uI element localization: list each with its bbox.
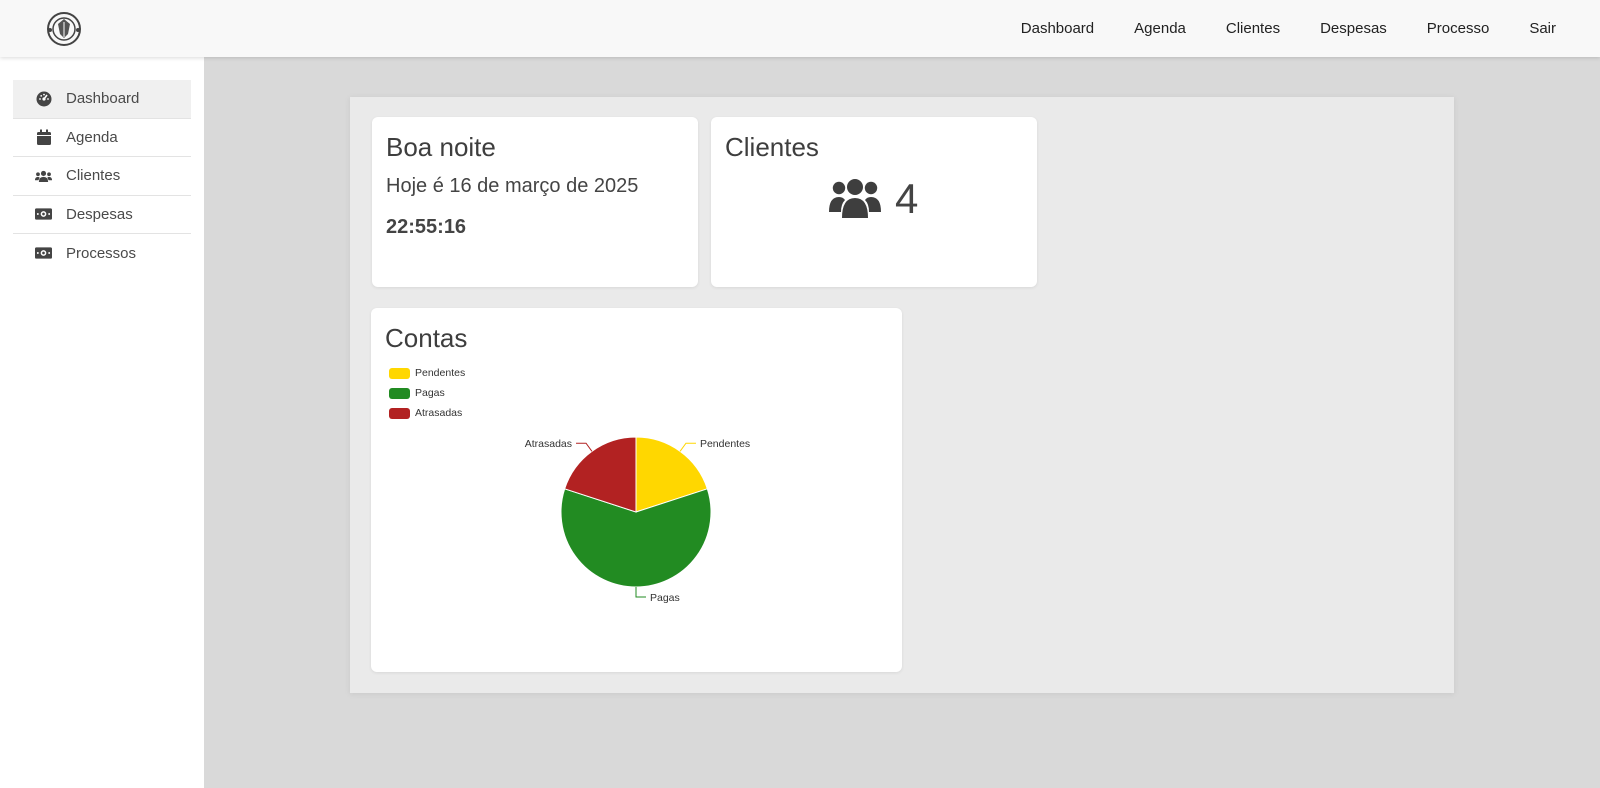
sidebar-item-despesas[interactable]: Despesas — [13, 196, 191, 234]
sidebar-item-label: Despesas — [66, 205, 133, 223]
contas-card: Contas Pendentes Pagas Atrasadas Pendent… — [371, 308, 902, 672]
sidebar-item-label: Dashboard — [66, 90, 140, 108]
topnav-clientes[interactable]: Clientes — [1226, 20, 1280, 37]
topnav-despesas[interactable]: Despesas — [1320, 20, 1387, 37]
sidebar: Dashboard Agenda Clientes Despesas Proce… — [0, 57, 204, 788]
top-nav: Dashboard Agenda Clientes Despesas Proce… — [981, 0, 1556, 57]
users-icon — [829, 176, 881, 223]
sidebar-item-dashboard[interactable]: Dashboard — [13, 80, 191, 119]
topnav-agenda[interactable]: Agenda — [1134, 20, 1186, 37]
greeting-card: Boa noite Hoje é 16 de março de 2025 22:… — [372, 117, 698, 287]
sidebar-item-label: Clientes — [66, 167, 121, 185]
greeting-clock: 22:55:16 — [386, 216, 467, 238]
sidebar-item-clientes[interactable]: Clientes — [13, 157, 191, 196]
topnav-sair[interactable]: Sair — [1529, 20, 1556, 37]
pie-leader-line-pagas — [635, 587, 646, 598]
money-bill-icon — [35, 245, 52, 262]
money-bill-icon — [35, 206, 52, 223]
topnav-processo[interactable]: Processo — [1427, 20, 1490, 37]
greeting-date: Hoje é 16 de março de 2025 — [386, 175, 639, 197]
users-icon — [35, 167, 52, 184]
pie-leader-line-pendentes — [679, 442, 696, 452]
sidebar-item-label: Processos — [66, 244, 137, 262]
contas-pie-chart: Pendentes Pagas Atrasadas — [525, 436, 750, 604]
pie-label-pendentes: Pendentes — [700, 438, 750, 450]
topnav-dashboard[interactable]: Dashboard — [1021, 20, 1094, 37]
dashboard-content: Boa noite Hoje é 16 de março de 2025 22:… — [350, 97, 1454, 693]
logo[interactable] — [44, 10, 84, 48]
clients-count: 4 — [895, 175, 919, 222]
sidebar-item-processos[interactable]: Processos — [13, 234, 191, 273]
pie-label-atrasadas: Atrasadas — [525, 438, 572, 450]
clients-card[interactable]: Clientes 4 — [711, 117, 1037, 287]
top-navbar: Dashboard Agenda Clientes Despesas Proce… — [0, 0, 1600, 57]
sidebar-item-agenda[interactable]: Agenda — [13, 119, 191, 157]
pie-leader-line-atrasadas — [576, 442, 593, 452]
sidebar-item-label: Agenda — [66, 128, 118, 146]
calendar-icon — [35, 129, 52, 146]
clients-summary: 4 — [829, 175, 918, 223]
clients-title: Clientes — [725, 132, 819, 162]
gauge-icon — [35, 90, 52, 107]
sidebar-menu: Dashboard Agenda Clientes Despesas Proce… — [13, 80, 191, 273]
pie-label-pagas: Pagas — [650, 592, 680, 604]
greeting-title: Boa noite — [386, 132, 496, 162]
